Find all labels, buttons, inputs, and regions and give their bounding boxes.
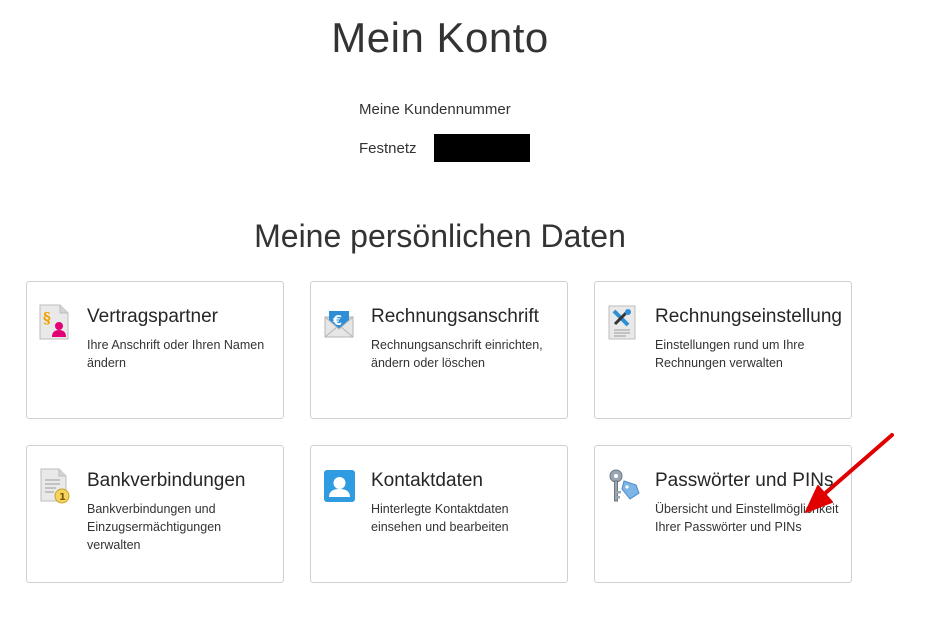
- svg-text:1: 1: [59, 492, 66, 503]
- tile-description: Rechnungsanschrift einrichten, ändern od…: [371, 338, 543, 370]
- contact-card-icon: [322, 467, 356, 505]
- tile-bankverbindungen[interactable]: 1 Bankverbindungen Bankverbindungen und …: [26, 445, 284, 583]
- tile-title: Rechnungsanschrift: [371, 306, 539, 327]
- tile-description: Hinterlegte Kontaktdaten einsehen und be…: [371, 502, 509, 534]
- customer-number-label: Meine Kundennummer: [359, 101, 511, 118]
- tile-title: Kontaktdaten: [371, 470, 483, 491]
- redacted-number: [434, 134, 530, 162]
- festnetz-label: Festnetz: [359, 139, 417, 157]
- tile-rechnungseinstellung[interactable]: Rechnungseinstellung Einstellungen rund …: [594, 281, 852, 419]
- svg-text:§: §: [43, 309, 51, 327]
- bank-document-icon: 1: [38, 467, 72, 505]
- tile-description: Ihre Anschrift oder Ihren Namen ändern: [87, 338, 265, 370]
- page-title: Mein Konto: [331, 14, 549, 61]
- contract-partner-icon: §: [38, 303, 72, 341]
- section-title: Meine persönlichen Daten: [254, 218, 626, 254]
- festnetz-row: Festnetz: [359, 134, 530, 162]
- billing-envelope-icon: €: [322, 303, 356, 341]
- tile-title: Passwörter und PINs: [655, 470, 834, 491]
- tile-title: Bankverbindungen: [87, 470, 246, 491]
- billing-settings-icon: [606, 303, 640, 341]
- tile-vertragspartner[interactable]: § Vertragspartner Ihre Anschrift oder Ih…: [26, 281, 284, 419]
- key-tag-icon: [606, 467, 640, 505]
- tile-title: Rechnungseinstellung: [655, 306, 842, 327]
- tile-description: Bankverbindungen und Einzugsermächtigung…: [87, 502, 222, 552]
- tile-description: Übersicht und Einstellmöglichkeit Ihrer …: [655, 502, 839, 534]
- tile-kontaktdaten[interactable]: Kontaktdaten Hinterlegte Kontaktdaten ei…: [310, 445, 568, 583]
- tile-passwoerter-und-pins[interactable]: Passwörter und PINs Übersicht und Einste…: [594, 445, 852, 583]
- tile-description: Einstellungen rund um Ihre Rechnungen ve…: [655, 338, 805, 370]
- tile-title: Vertragspartner: [87, 306, 218, 327]
- tile-rechnungsanschrift[interactable]: € Rechnungsanschrift Rechnungsanschrift …: [310, 281, 568, 419]
